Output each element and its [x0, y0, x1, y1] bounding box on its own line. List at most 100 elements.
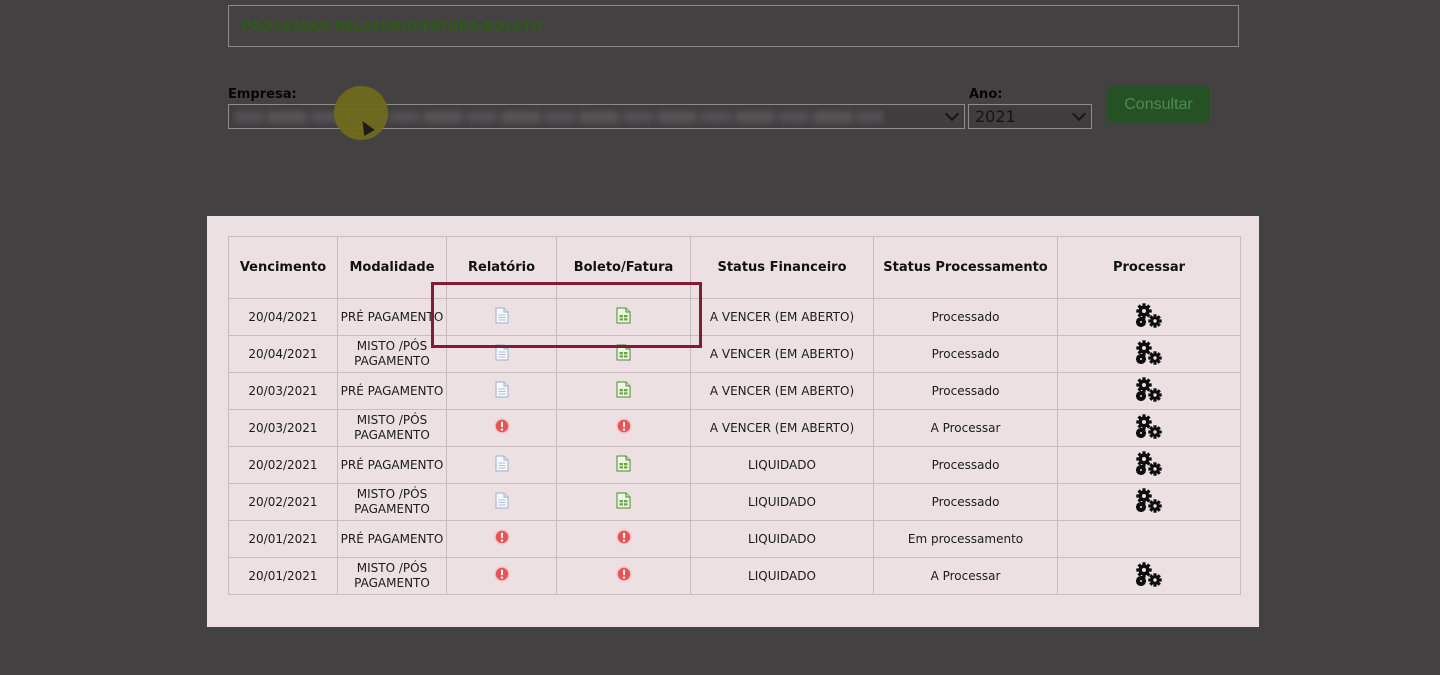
table-header-row: Vencimento Modalidade Relatório Boleto/Fatu…: [228, 236, 1241, 299]
page-header: PROCESSAR RELATÓRIO/FATURA/BOLETO: [228, 5, 1239, 47]
table-row: 20/03/2021 PRÉ PAGAMENTO A VENCER (EM ABER…: [228, 372, 1241, 410]
modalidade-line: PAGAMENTO: [354, 576, 430, 590]
modalidade-line: PAGAMENTO: [354, 428, 430, 442]
ano-label: Ano:: [969, 87, 1003, 102]
vencimento-cell: 20/04/2021: [228, 335, 338, 373]
processar-cell: [1057, 557, 1241, 595]
consultar-button[interactable]: Consultar: [1107, 86, 1210, 123]
processar-cell: [1057, 520, 1241, 558]
status-financeiro-cell: LIQUIDADO: [690, 520, 874, 558]
boleto-cell: [556, 557, 691, 595]
invoice-icon[interactable]: [616, 455, 631, 476]
vencimento-cell: 20/01/2021: [228, 557, 338, 595]
status-processamento-cell: A Processar: [873, 409, 1058, 447]
processar-cell: [1057, 446, 1241, 484]
vencimento-cell: 20/04/2021: [228, 298, 338, 336]
table-row: 20/01/2021 PRÉ PAGAMENTO LIQUIDADO Em proce…: [228, 520, 1241, 558]
vencimento-cell: 20/02/2021: [228, 446, 338, 484]
processar-cell: [1057, 409, 1241, 447]
status-processamento-cell: Processado: [873, 446, 1058, 484]
alert-icon[interactable]: [493, 418, 510, 438]
ano-select[interactable]: 2021: [968, 104, 1092, 129]
chevron-down-icon: [944, 106, 960, 122]
gears-icon[interactable]: [1134, 339, 1164, 370]
processar-cell: [1057, 298, 1241, 336]
empresa-label: Empresa:: [228, 87, 297, 102]
processar-cell: [1057, 335, 1241, 373]
boleto-cell: [556, 372, 691, 410]
modalidade-line: PRÉ PAGAMENTO: [340, 457, 444, 472]
table-row: 20/02/2021 MISTO /PÓS PAGAMENTO LIQUIDADO Pr…: [228, 483, 1241, 521]
status-processamento-cell: Processado: [873, 483, 1058, 521]
document-icon[interactable]: [495, 492, 509, 513]
modalidade-line: MISTO /PÓS: [356, 339, 428, 353]
modalidade-line: MISTO /PÓS: [356, 413, 428, 427]
chevron-down-icon: [1071, 106, 1087, 122]
empresa-value-redacted: [235, 111, 883, 123]
vencimento-cell: 20/03/2021: [228, 409, 338, 447]
gears-icon[interactable]: [1134, 376, 1164, 407]
modalidade-line: PRÉ PAGAMENTO: [340, 309, 444, 324]
modalidade-cell: PRÉ PAGAMENTO: [337, 520, 447, 558]
status-processamento-cell: A Processar: [873, 557, 1058, 595]
modalidade-cell: PRÉ PAGAMENTO: [337, 372, 447, 410]
relatorio-cell: [446, 520, 557, 558]
modalidade-cell: MISTO /PÓS PAGAMENTO: [337, 483, 447, 521]
alert-icon[interactable]: [615, 529, 632, 549]
status-financeiro-cell: LIQUIDADO: [690, 557, 874, 595]
modalidade-line: MISTO /PÓS: [356, 487, 428, 501]
invoice-icon[interactable]: [616, 381, 631, 402]
status-processamento-cell: Processado: [873, 372, 1058, 410]
table-row: 20/04/2021 MISTO /PÓS PAGAMENTO A VENCER (E…: [228, 335, 1241, 373]
gears-icon[interactable]: [1134, 302, 1164, 333]
status-processamento-cell: Processado: [873, 335, 1058, 373]
results-table: Vencimento Modalidade Relatório Boleto/Fatu…: [228, 236, 1241, 595]
gears-icon[interactable]: [1134, 450, 1164, 481]
gears-icon[interactable]: [1134, 487, 1164, 518]
table-row: 20/02/2021 PRÉ PAGAMENTO LIQUIDADO Processa…: [228, 446, 1241, 484]
status-processamento-cell: Em processamento: [873, 520, 1058, 558]
vencimento-cell: 20/02/2021: [228, 483, 338, 521]
modalidade-line: PAGAMENTO: [354, 502, 430, 516]
boleto-cell: [556, 483, 691, 521]
status-financeiro-cell: LIQUIDADO: [690, 446, 874, 484]
status-financeiro-cell: A VENCER (EM ABERTO): [690, 298, 874, 336]
modalidade-line: PRÉ PAGAMENTO: [340, 531, 444, 546]
column-header: Status Financeiro: [690, 236, 874, 299]
ano-value: 2021: [975, 107, 1016, 126]
column-header: Processar: [1057, 236, 1241, 299]
results-panel: Vencimento Modalidade Relatório Boleto/Fatu…: [207, 216, 1259, 627]
modalidade-line: PAGAMENTO: [354, 354, 430, 368]
vencimento-cell: 20/01/2021: [228, 520, 338, 558]
document-icon[interactable]: [495, 455, 509, 476]
alert-icon[interactable]: [493, 529, 510, 549]
boleto-cell: [556, 520, 691, 558]
modalidade-cell: MISTO /PÓS PAGAMENTO: [337, 409, 447, 447]
status-financeiro-cell: A VENCER (EM ABERTO): [690, 372, 874, 410]
page-title: PROCESSAR RELATÓRIO/FATURA/BOLETO: [242, 20, 543, 35]
status-financeiro-cell: LIQUIDADO: [690, 483, 874, 521]
invoice-icon[interactable]: [616, 492, 631, 513]
gears-icon[interactable]: [1134, 413, 1164, 444]
table-row: 20/03/2021 MISTO /PÓS PAGAMENTO A VENCER (E…: [228, 409, 1241, 447]
modalidade-cell: MISTO /PÓS PAGAMENTO: [337, 557, 447, 595]
status-processamento-cell: Processado: [873, 298, 1058, 336]
relatorio-cell: [446, 372, 557, 410]
modalidade-cell: PRÉ PAGAMENTO: [337, 446, 447, 484]
boleto-cell: [556, 409, 691, 447]
processar-cell: [1057, 372, 1241, 410]
modalidade-line: PRÉ PAGAMENTO: [340, 383, 444, 398]
relatorio-cell: [446, 483, 557, 521]
vencimento-cell: 20/03/2021: [228, 372, 338, 410]
gears-icon[interactable]: [1134, 561, 1164, 592]
alert-icon[interactable]: [615, 566, 632, 586]
relatorio-cell: [446, 557, 557, 595]
table-row: 20/01/2021 MISTO /PÓS PAGAMENTO LIQUIDADO A …: [228, 557, 1241, 595]
relatorio-cell: [446, 409, 557, 447]
column-header: Vencimento: [228, 236, 338, 299]
status-financeiro-cell: A VENCER (EM ABERTO): [690, 409, 874, 447]
document-icon[interactable]: [495, 381, 509, 402]
alert-icon[interactable]: [493, 566, 510, 586]
relatorio-cell: [446, 446, 557, 484]
alert-icon[interactable]: [615, 418, 632, 438]
